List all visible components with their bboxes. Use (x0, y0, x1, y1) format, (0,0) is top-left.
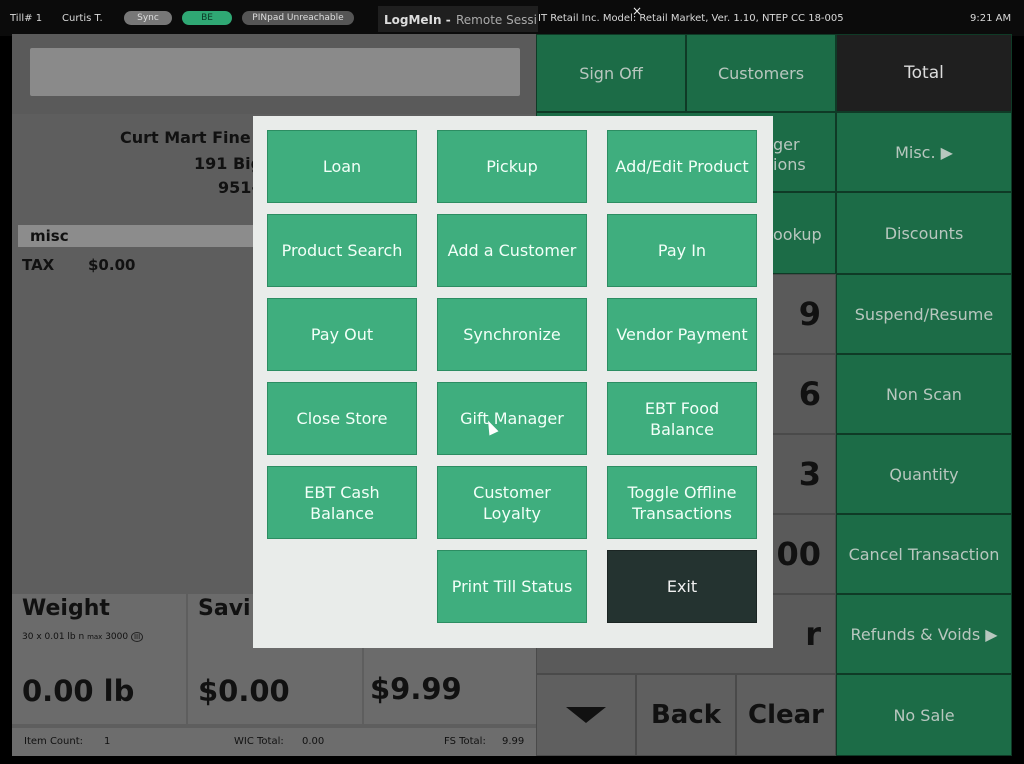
close-store-button[interactable]: Close Store (267, 382, 417, 455)
scan-input[interactable] (30, 48, 520, 96)
suspend-resume-button[interactable]: Suspend/Resume (836, 274, 1012, 354)
functions-dialog: Loan Pickup Add/Edit Product Product Sea… (253, 116, 773, 648)
add-customer-button[interactable]: Add a Customer (437, 214, 587, 287)
clock: 9:21 AM (970, 13, 1012, 24)
remote-session-label: Remote Sessi (456, 13, 537, 27)
savings-value: $0.00 (198, 674, 290, 708)
misc-button[interactable]: Misc. ▶ (836, 112, 1012, 192)
weight-value: 0.00 lb (22, 674, 135, 708)
pay-out-button[interactable]: Pay Out (267, 298, 417, 371)
weight-caption: Weight (22, 596, 110, 621)
synchronize-button[interactable]: Synchronize (437, 298, 587, 371)
loan-button[interactable]: Loan (267, 130, 417, 203)
product-search-button[interactable]: Product Search (267, 214, 417, 287)
ebt-cash-balance-button[interactable]: EBT Cash Balance (267, 466, 417, 539)
clear-button[interactable]: Clear (736, 674, 836, 756)
pay-in-button[interactable]: Pay In (607, 214, 757, 287)
discounts-button[interactable]: Discounts (836, 192, 1012, 274)
be-badge: BE (182, 11, 232, 25)
cancel-transaction-button[interactable]: Cancel Transaction (836, 514, 1012, 594)
fs-total-label: FS Total: (444, 736, 486, 747)
item-count-label: Item Count: (24, 736, 84, 747)
pinpad-badge: PINpad Unreachable (242, 11, 354, 25)
pickup-button[interactable]: Pickup (437, 130, 587, 203)
toggle-offline-transactions-button[interactable]: Toggle Offline Transactions (607, 466, 757, 539)
weight-tile: Weight 30 x 0.01 lb n max 3000 III 0.00 … (12, 594, 186, 724)
user-label: Curtis T. (62, 13, 103, 24)
totals-footer: Item Count: 1 WIC Total: 0.00 FS Total: … (12, 728, 536, 756)
line-item-label: misc (30, 227, 69, 245)
top-status-bar: Till# 1 Curtis T. Sync BE PINpad Unreach… (0, 0, 1024, 36)
exit-button[interactable]: Exit (607, 550, 757, 623)
logmein-tab[interactable]: LogMeIn - Remote Sessi (378, 6, 538, 32)
scroll-down-button[interactable] (536, 674, 636, 756)
company-info: IT Retail Inc. Model: Retail Market, Ver… (538, 13, 844, 24)
ebt-food-balance-button[interactable]: EBT Food Balance (607, 382, 757, 455)
sign-off-button[interactable]: Sign Off (536, 34, 686, 112)
line-item-misc[interactable]: misc (18, 225, 258, 247)
non-scan-button[interactable]: Non Scan (836, 354, 1012, 434)
total-button[interactable]: Total (836, 34, 1012, 112)
till-label: Till# 1 (10, 13, 43, 24)
customer-loyalty-button[interactable]: Customer Loyalty (437, 466, 587, 539)
sync-badge: Sync (124, 11, 172, 25)
gift-manager-button[interactable]: Gift Manager (437, 382, 587, 455)
down-arrow-icon (566, 707, 606, 723)
item-count-value: 1 (104, 736, 111, 747)
fs-total-value: 9.99 (502, 736, 525, 747)
tax-value: $0.00 (88, 256, 136, 274)
vendor-payment-button[interactable]: Vendor Payment (607, 298, 757, 371)
store-name: Curt Mart Fine F (120, 128, 268, 147)
total-value: $9.99 (370, 672, 462, 706)
wic-total-label: WIC Total: (234, 736, 284, 747)
logmein-title: LogMeIn - (384, 13, 451, 27)
wic-total-value: 0.00 (302, 736, 325, 747)
no-sale-button[interactable]: No Sale (836, 674, 1012, 756)
store-address: 191 Big (194, 154, 263, 173)
scale-spec: 30 x 0.01 lb n max 3000 III (22, 632, 144, 642)
back-button[interactable]: Back (636, 674, 736, 756)
refunds-voids-button[interactable]: Refunds & Voids ▶ (836, 594, 1012, 674)
add-edit-product-button[interactable]: Add/Edit Product (607, 130, 757, 203)
savings-caption: Savi (198, 596, 251, 621)
quantity-button[interactable]: Quantity (836, 434, 1012, 514)
customers-button[interactable]: Customers (686, 34, 836, 112)
tax-label: TAX (22, 256, 55, 274)
print-till-status-button[interactable]: Print Till Status (437, 550, 587, 623)
